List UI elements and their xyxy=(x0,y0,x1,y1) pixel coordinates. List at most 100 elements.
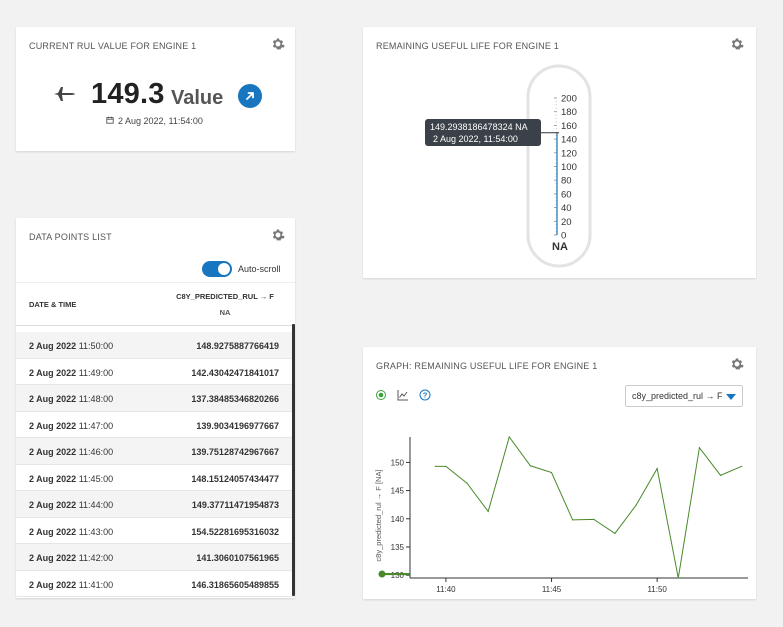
data-point xyxy=(719,474,722,476)
data-point xyxy=(434,465,436,467)
thermometer-gauge: 200180160140120100806040200 NA 149.29381… xyxy=(425,64,592,268)
gauge-tick-label: 160 xyxy=(561,121,577,132)
thermometer-card: REMAINING USEFUL LIFE FOR ENGINE 1 200 18… xyxy=(363,27,756,278)
gauge-tick-label: 100 xyxy=(561,162,577,173)
scrollbar[interactable] xyxy=(292,324,295,596)
table-row: 2 Aug 2022 11:50:00 148.9275887766419 xyxy=(16,332,295,359)
row-time: 11:50:00 xyxy=(78,341,114,351)
table-row: 2 Aug 2022 11:44:00 149.37711471954873 xyxy=(16,491,295,518)
row-date: 2 Aug 2022 xyxy=(29,367,77,378)
row-time: 11:41:00 xyxy=(78,579,114,590)
gauge-tick-label: 60 xyxy=(561,189,572,200)
autoscroll-control: Auto-scroll xyxy=(202,261,281,277)
row-datetime: 2 Aug 2022 11:46:00 xyxy=(29,447,113,457)
table-row: 2 Aug 2022 11:46:00 139.75128742967667 xyxy=(16,438,295,465)
row-datetime: 2 Aug 2022 11:44:00 xyxy=(29,500,113,510)
data-point xyxy=(508,436,510,438)
gauge-tick-label: 180 xyxy=(561,107,577,118)
row-datetime: 2 Aug 2022 11:47:00 xyxy=(29,421,113,431)
row-time: 11:43:00 xyxy=(78,526,114,537)
y-axis-label: c8y_predicted_rul → F [NA] xyxy=(374,469,383,561)
table-row: 2 Aug 2022 11:49:00 142.43042471841017 xyxy=(16,359,295,385)
airplane-icon xyxy=(52,85,76,103)
row-date: 2 Aug 2022 xyxy=(29,579,77,590)
row-date: 2 Aug 2022 xyxy=(29,473,77,484)
data-point xyxy=(487,510,489,513)
column-header-date: DATE & TIME xyxy=(29,300,77,309)
card-title: DATA POINTS LIST xyxy=(29,232,112,242)
row-time: 11:45:00 xyxy=(78,473,114,484)
gauge-tick-label: 20 xyxy=(561,217,572,228)
table-row: 2 Aug 2022 11:47:00 139.9034196977667 xyxy=(16,412,295,438)
row-value: 146.31865605489855 xyxy=(191,579,279,590)
column-header-unit: NA xyxy=(219,308,231,317)
calendar-icon xyxy=(106,116,114,126)
row-time: 11:46:00 xyxy=(78,447,114,457)
row-value: 141.3060107561965 xyxy=(196,553,279,563)
row-time: 11:44:00 xyxy=(78,500,114,510)
column-header-series: C8Y_PREDICTED_RUL → F xyxy=(176,292,274,301)
data-point xyxy=(466,482,468,484)
y-tick-label: 145 xyxy=(391,487,405,496)
row-datetime: 2 Aug 2022 11:49:00 xyxy=(29,368,113,378)
table-row: 2 Aug 2022 11:41:00 146.31865605489855 xyxy=(16,571,295,597)
gauge-unit: NA xyxy=(552,241,568,253)
x-tick-label: 11:50 xyxy=(647,585,667,594)
data-point xyxy=(656,467,658,470)
y-tick-label: 130 xyxy=(391,571,405,580)
row-value: 154.52281695316032 xyxy=(191,526,279,537)
table-row: 2 Aug 2022 11:43:00 154.52281695316032 xyxy=(16,518,295,544)
row-date: 2 Aug 2022 xyxy=(29,500,77,510)
row-time: 11:47:00 xyxy=(78,420,114,431)
row-datetime: 2 Aug 2022 11:45:00 xyxy=(29,474,113,484)
y-tick-label: 135 xyxy=(391,543,405,552)
list-rows: 2 Aug 2022 11:50:00 148.9275887766419 2 Au… xyxy=(16,332,295,597)
row-date: 2 Aug 2022 xyxy=(29,420,77,431)
table-row: 2 Aug 2022 11:48:00 137.38485346820266 xyxy=(16,385,295,412)
row-datetime: 2 Aug 2022 11:42:00 xyxy=(29,553,113,563)
gauge-body xyxy=(526,64,592,268)
x-tick-label: 11:45 xyxy=(542,585,562,594)
autoscroll-label: Auto-scroll xyxy=(238,264,281,274)
gauge-tick-label: 140 xyxy=(561,135,577,146)
gear-icon[interactable] xyxy=(271,37,285,51)
gauge-tick-label: 120 xyxy=(561,148,577,159)
row-datetime: 2 Aug 2022 11:50:00 xyxy=(29,341,113,351)
row-value: 148.15124057434477 xyxy=(191,473,279,484)
autoscroll-toggle[interactable] xyxy=(202,261,232,277)
row-value: 149.37711471954873 xyxy=(191,500,279,510)
row-time: 11:42:00 xyxy=(78,553,114,563)
x-tick-label: 11:40 xyxy=(436,585,456,594)
data-point xyxy=(698,447,701,449)
row-value: 139.75128742967667 xyxy=(191,447,279,457)
table-row: 2 Aug 2022 11:45:00 148.15124057434477 xyxy=(16,465,295,491)
data-point xyxy=(445,465,447,467)
rul-timestamp-text: 2 Aug 2022, 11:54:00 xyxy=(118,116,203,126)
graph-card: GRAPH: REMAINING USEFUL LIFE FOR ENGINE … xyxy=(363,347,756,599)
gauge-tick-label: 40 xyxy=(561,203,572,214)
table-row: 2 Aug 2022 11:42:00 141.3060107561965 xyxy=(16,544,295,571)
row-time: 11:49:00 xyxy=(78,367,114,378)
gauge-tick-label: 80 xyxy=(561,176,572,187)
rul-value: 149.3 xyxy=(91,78,165,110)
open-link-button[interactable] xyxy=(238,84,262,108)
data-point xyxy=(593,518,595,520)
row-datetime: 2 Aug 2022 11:48:00 xyxy=(29,394,113,404)
row-date: 2 Aug 2022 xyxy=(29,526,77,537)
range-handle[interactable] xyxy=(378,570,386,578)
y-tick-label: 140 xyxy=(391,515,405,524)
series-line xyxy=(435,435,742,579)
row-date: 2 Aug 2022 xyxy=(29,447,77,457)
rul-timestamp: 2 Aug 2022, 11:54:00 xyxy=(106,116,203,126)
data-point xyxy=(614,532,616,535)
data-point xyxy=(635,504,637,506)
gear-icon[interactable] xyxy=(271,228,285,242)
row-date: 2 Aug 2022 xyxy=(29,341,77,351)
gauge-tick-label: 200 xyxy=(561,94,577,105)
row-value: 148.9275887766419 xyxy=(196,341,279,351)
data-point xyxy=(741,465,743,467)
y-tick-label: 150 xyxy=(391,458,405,467)
data-point xyxy=(677,577,679,579)
row-datetime: 2 Aug 2022 11:43:00 xyxy=(29,527,113,537)
row-date: 2 Aug 2022 xyxy=(29,394,77,404)
